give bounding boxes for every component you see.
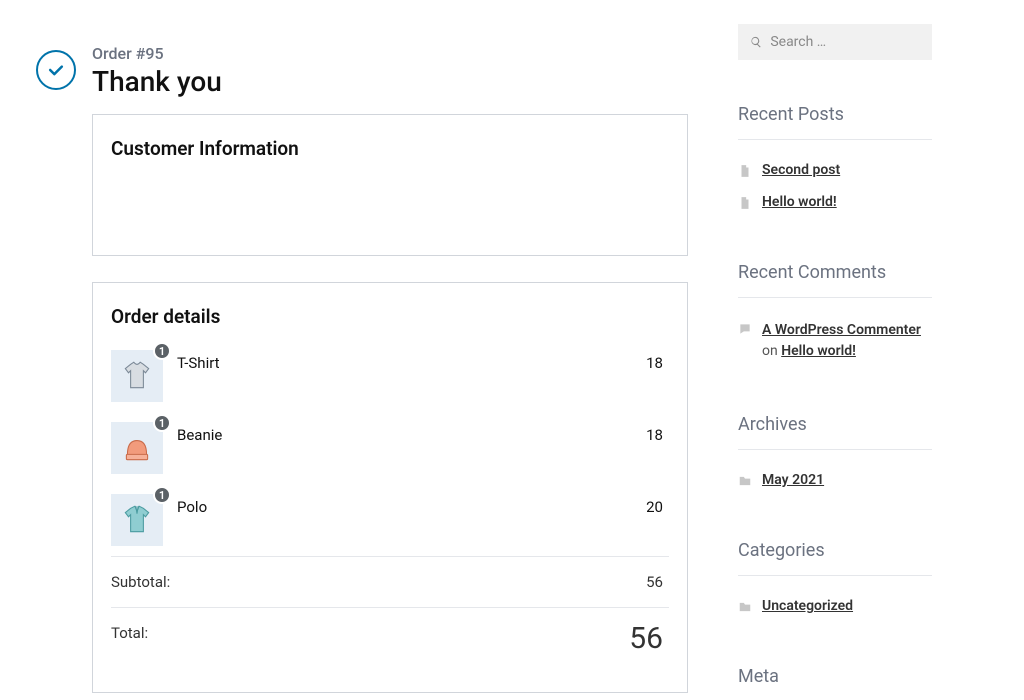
- order-number: Order #95: [92, 44, 222, 63]
- polo-icon: [120, 503, 154, 537]
- widget-title: Recent Posts: [738, 104, 932, 125]
- page-title: Thank you: [92, 65, 222, 98]
- widget-title: Meta: [738, 666, 932, 687]
- list-item: Hello world!: [738, 186, 932, 218]
- subtotal-value: 56: [646, 573, 663, 591]
- order-details-title: Order details: [111, 305, 669, 328]
- recent-comments-widget: Recent Comments A WordPress Commenter on…: [738, 262, 932, 370]
- document-icon: [738, 196, 752, 210]
- item-price: 18: [646, 422, 669, 444]
- subtotal-label: Subtotal:: [111, 573, 170, 591]
- widget-title: Categories: [738, 540, 932, 561]
- customer-information-panel: Customer Information: [92, 114, 688, 256]
- archive-link[interactable]: May 2021: [762, 472, 824, 488]
- post-link[interactable]: Second post: [762, 162, 840, 178]
- on-text: on: [762, 343, 781, 359]
- item-name: Polo: [177, 494, 646, 516]
- search-input[interactable]: [770, 34, 920, 50]
- customer-information-title: Customer Information: [111, 137, 669, 160]
- success-check-icon: [36, 50, 76, 90]
- item-name: T-Shirt: [177, 350, 646, 372]
- commenter-link[interactable]: A WordPress Commenter: [762, 322, 921, 338]
- post-link[interactable]: Hello world!: [762, 194, 837, 210]
- list-item: Uncategorized: [738, 590, 932, 622]
- item-price: 18: [646, 350, 669, 372]
- folder-icon: [738, 600, 752, 614]
- total-row: Total: 56: [111, 607, 669, 670]
- list-item: A WordPress Commenter on Hello world!: [738, 312, 932, 370]
- list-item: May 2021: [738, 464, 932, 496]
- order-item-row: 1 Beanie 18: [111, 412, 669, 484]
- quantity-badge: 1: [153, 414, 171, 432]
- beanie-icon: [120, 431, 154, 465]
- list-item: Second post: [738, 154, 932, 186]
- order-item-row: 1 Polo 20: [111, 484, 669, 556]
- comment-icon: [738, 322, 752, 336]
- order-item-row: 1 T-Shirt 18: [111, 340, 669, 412]
- meta-widget: Meta: [738, 666, 932, 687]
- total-label: Total:: [111, 624, 148, 654]
- comment-post-link[interactable]: Hello world!: [781, 343, 856, 359]
- order-details-panel: Order details 1 T-Shirt 18: [92, 282, 688, 693]
- widget-title: Recent Comments: [738, 262, 932, 283]
- folder-icon: [738, 474, 752, 488]
- archives-widget: Archives May 2021: [738, 414, 932, 496]
- category-link[interactable]: Uncategorized: [762, 598, 853, 614]
- search-icon: [750, 35, 762, 49]
- widget-title: Archives: [738, 414, 932, 435]
- search-box[interactable]: [738, 24, 932, 60]
- recent-posts-widget: Recent Posts Second post Hello world!: [738, 104, 932, 218]
- quantity-badge: 1: [153, 486, 171, 504]
- total-value: 56: [629, 624, 663, 654]
- item-name: Beanie: [177, 422, 646, 444]
- categories-widget: Categories Uncategorized: [738, 540, 932, 622]
- tshirt-icon: [120, 359, 154, 393]
- item-price: 20: [646, 494, 669, 516]
- document-icon: [738, 164, 752, 178]
- subtotal-row: Subtotal: 56: [111, 556, 669, 607]
- quantity-badge: 1: [153, 342, 171, 360]
